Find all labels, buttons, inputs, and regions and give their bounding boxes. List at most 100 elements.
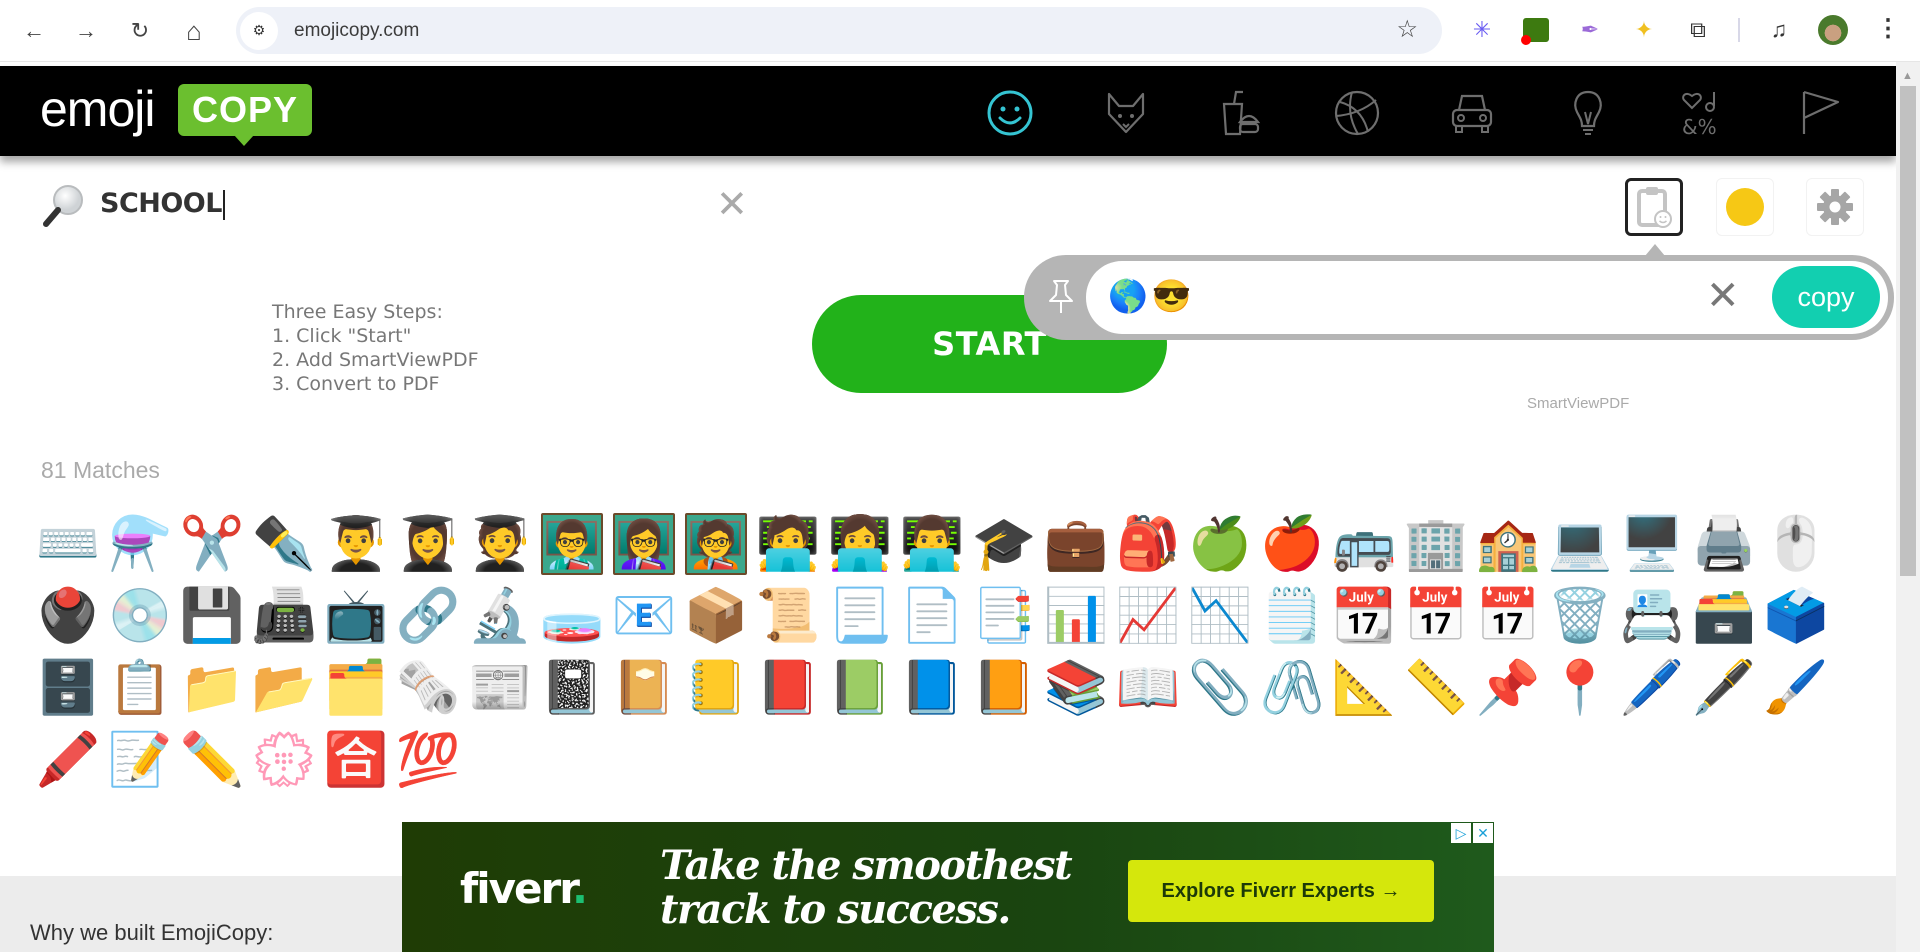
- emoji-result[interactable]: 📍: [1544, 652, 1616, 724]
- emoji-result[interactable]: 📃: [824, 580, 896, 652]
- ad-close-icon[interactable]: ✕: [1473, 823, 1493, 843]
- emoji-result[interactable]: 🖋️: [1688, 652, 1760, 724]
- asterisk-extension-icon[interactable]: ✳: [1467, 15, 1497, 45]
- emoji-result[interactable]: 🍎: [1256, 508, 1328, 580]
- emoji-result[interactable]: 🧑‍🏫: [680, 508, 752, 580]
- emoji-result[interactable]: 🗄️: [32, 652, 104, 724]
- emoji-result[interactable]: 📙: [968, 652, 1040, 724]
- emoji-result[interactable]: 📌: [1472, 652, 1544, 724]
- category-activities[interactable]: [1330, 86, 1384, 140]
- logo-text[interactable]: emoji: [40, 80, 155, 138]
- emoji-result[interactable]: ✏️: [176, 724, 248, 796]
- emoji-result[interactable]: ⚗️: [104, 508, 176, 580]
- emoji-result[interactable]: ✒️: [248, 508, 320, 580]
- emoji-result[interactable]: 📅: [1400, 580, 1472, 652]
- emoji-result[interactable]: 🖨️: [1688, 508, 1760, 580]
- emoji-result[interactable]: 💯: [392, 724, 464, 796]
- home-button[interactable]: ⌂: [174, 11, 214, 51]
- emoji-result[interactable]: 📂: [248, 652, 320, 724]
- skin-tone-button[interactable]: [1716, 178, 1774, 236]
- fiverr-ad-banner[interactable]: ▷ ✕ fiverr. Take the smoothest track to …: [402, 822, 1494, 952]
- category-symbols[interactable]: &%: [1676, 86, 1730, 140]
- emoji-result[interactable]: 📖: [1112, 652, 1184, 724]
- emoji-result[interactable]: 📕: [752, 652, 824, 724]
- emoji-result[interactable]: 👩‍🏫: [608, 508, 680, 580]
- emoji-result[interactable]: 👩‍💻: [824, 508, 896, 580]
- address-bar[interactable]: ⚙ emojicopy.com ☆: [236, 7, 1442, 54]
- emoji-result[interactable]: 🖱️: [1760, 508, 1832, 580]
- pin-icon[interactable]: [1044, 277, 1078, 317]
- emoji-result[interactable]: 🏫: [1472, 508, 1544, 580]
- category-travel[interactable]: [1445, 86, 1499, 140]
- emoji-result[interactable]: 📁: [176, 652, 248, 724]
- logo-badge[interactable]: COPY: [178, 84, 312, 146]
- emoji-result[interactable]: 📄: [896, 580, 968, 652]
- adchoices-icon[interactable]: ▷: [1451, 823, 1471, 843]
- emoji-result[interactable]: 📧: [608, 580, 680, 652]
- category-animals[interactable]: [1099, 86, 1153, 140]
- emoji-result[interactable]: 🖊️: [1616, 652, 1688, 724]
- emoji-result[interactable]: 🖍️: [32, 724, 104, 796]
- category-smileys[interactable]: [983, 86, 1037, 140]
- clipboard-emoji[interactable]: 😎: [1152, 277, 1192, 315]
- emoji-result[interactable]: 🗒️: [1256, 580, 1328, 652]
- emoji-result[interactable]: 🏢: [1400, 508, 1472, 580]
- emoji-result[interactable]: 📒: [680, 652, 752, 724]
- emoji-result[interactable]: 📆: [1328, 580, 1400, 652]
- emoji-result[interactable]: 🧫: [536, 580, 608, 652]
- emoji-result[interactable]: 🗞️: [392, 652, 464, 724]
- emoji-result[interactable]: 💻: [1544, 508, 1616, 580]
- ad-sponsor-label[interactable]: SmartViewPDF: [1527, 395, 1629, 412]
- page-scrollbar[interactable]: ▲: [1896, 62, 1920, 952]
- scroll-up-arrow-icon[interactable]: ▲: [1902, 70, 1913, 82]
- clipboard-field[interactable]: 🌎 😎 ✕ copy: [1086, 261, 1888, 334]
- emoji-result[interactable]: 📺: [320, 580, 392, 652]
- emoji-result[interactable]: 🗳️: [1760, 580, 1832, 652]
- clipboard-toggle-button[interactable]: [1625, 178, 1683, 236]
- extensions-puzzle-icon[interactable]: ⧉: [1683, 15, 1713, 45]
- emoji-result[interactable]: ✂️: [176, 508, 248, 580]
- emoji-result[interactable]: 📜: [752, 580, 824, 652]
- emoji-result[interactable]: 💾: [176, 580, 248, 652]
- emoji-result[interactable]: 🚌: [1328, 508, 1400, 580]
- emoji-result[interactable]: 💿: [104, 580, 176, 652]
- emoji-result[interactable]: 📋: [104, 652, 176, 724]
- emoji-result[interactable]: 🗃️: [1688, 580, 1760, 652]
- category-food[interactable]: [1214, 86, 1268, 140]
- emoji-result[interactable]: 📏: [1400, 652, 1472, 724]
- emoji-result[interactable]: 🖲️: [32, 580, 104, 652]
- site-info-button[interactable]: ⚙: [240, 11, 278, 50]
- category-objects[interactable]: [1561, 86, 1615, 140]
- emoji-result[interactable]: 📔: [608, 652, 680, 724]
- search-input[interactable]: SCHOOL: [100, 188, 680, 220]
- emoji-result[interactable]: ⌨️: [32, 508, 104, 580]
- emoji-result[interactable]: 📠: [248, 580, 320, 652]
- emoji-result[interactable]: 🎓: [968, 508, 1040, 580]
- quill-extension-icon[interactable]: ✒: [1575, 15, 1605, 45]
- emoji-result[interactable]: 🖌️: [1760, 652, 1832, 724]
- emoji-result[interactable]: 🧑‍🎓: [464, 508, 536, 580]
- emoji-result[interactable]: 🈴: [320, 724, 392, 796]
- emoji-result[interactable]: 📇: [1616, 580, 1688, 652]
- emoji-result[interactable]: 📊: [1040, 580, 1112, 652]
- scroll-thumb[interactable]: [1900, 86, 1916, 576]
- clear-search-icon[interactable]: ✕: [716, 182, 748, 227]
- emoji-result[interactable]: 👨‍💻: [896, 508, 968, 580]
- emoji-result[interactable]: 📚: [1040, 652, 1112, 724]
- emoji-result[interactable]: 👩‍🎓: [392, 508, 464, 580]
- emoji-result[interactable]: 🔗: [392, 580, 464, 652]
- browser-menu-icon[interactable]: ⋮: [1876, 14, 1900, 43]
- emoji-result[interactable]: 📝: [104, 724, 176, 796]
- emoji-result[interactable]: 📐: [1328, 652, 1400, 724]
- emoji-result[interactable]: 👨‍🏫: [536, 508, 608, 580]
- url-text[interactable]: emojicopy.com: [294, 20, 419, 42]
- reload-button[interactable]: ↻: [120, 11, 160, 51]
- emoji-result[interactable]: 🧑‍💻: [752, 508, 824, 580]
- emoji-result[interactable]: 📰: [464, 652, 536, 724]
- emoji-result[interactable]: 🖇️: [1256, 652, 1328, 724]
- emoji-result[interactable]: 🍏: [1184, 508, 1256, 580]
- emoji-result[interactable]: 🖥️: [1616, 508, 1688, 580]
- emoji-result[interactable]: 🗂️: [320, 652, 392, 724]
- emoji-result[interactable]: 📓: [536, 652, 608, 724]
- emoji-result[interactable]: 📦: [680, 580, 752, 652]
